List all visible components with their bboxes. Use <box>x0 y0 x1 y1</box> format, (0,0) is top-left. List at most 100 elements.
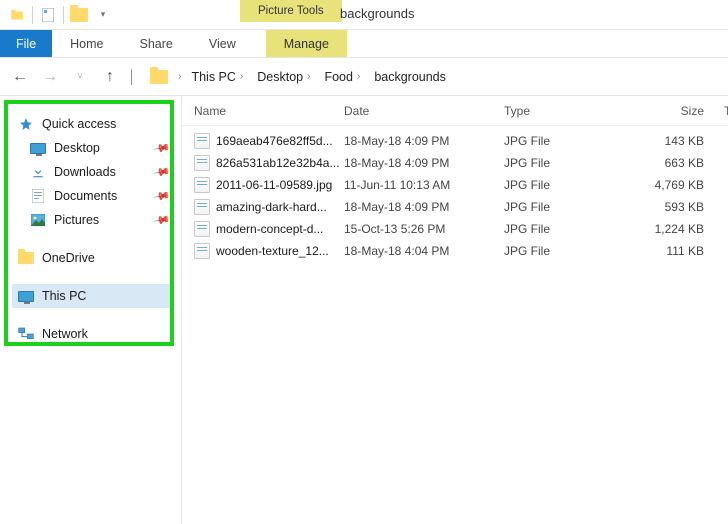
qat-dropdown-icon[interactable]: ▾ <box>92 4 114 26</box>
ribbon-tabs: File Home Share View Manage <box>0 30 728 58</box>
file-size: 663 KB <box>634 156 724 170</box>
new-folder-icon[interactable] <box>68 4 90 26</box>
properties-icon[interactable] <box>37 4 59 26</box>
file-name: 2011-06-11-09589.jpg <box>216 178 332 192</box>
file-size: 4,769 KB <box>634 178 724 192</box>
file-name: amazing-dark-hard... <box>216 200 327 214</box>
picture-icon <box>30 212 46 228</box>
pin-icon: 📌 <box>153 211 172 230</box>
sidebar-item-quick-access[interactable]: Quick access <box>12 112 173 136</box>
file-row[interactable]: modern-concept-d... 15-Oct-13 5:26 PMJPG … <box>182 218 728 240</box>
file-type: JPG File <box>504 222 634 236</box>
chevron-right-icon[interactable]: › <box>240 71 243 82</box>
monitor-icon <box>18 288 34 304</box>
file-name: 826a531ab12e32b4a... <box>216 156 339 170</box>
column-type[interactable]: Type <box>504 104 634 118</box>
file-date: 18-May-18 4:09 PM <box>344 134 504 148</box>
tab-share[interactable]: Share <box>122 30 191 57</box>
tab-home[interactable]: Home <box>52 30 121 57</box>
column-name[interactable]: Name <box>194 104 344 118</box>
file-name: 169aeab476e82ff5d... <box>216 134 333 148</box>
sidebar-item-label: Network <box>42 327 88 341</box>
file-date: 15-Oct-13 5:26 PM <box>344 222 504 236</box>
sidebar-item-downloads[interactable]: Downloads 📌 <box>12 160 173 184</box>
breadcrumb-food[interactable]: Food › <box>320 68 364 86</box>
tab-file[interactable]: File <box>0 30 52 57</box>
forward-button[interactable]: → <box>38 65 62 89</box>
address-bar-divider: │ <box>128 69 136 84</box>
sidebar-item-label: OneDrive <box>42 251 95 265</box>
file-date: 18-May-18 4:04 PM <box>344 244 504 258</box>
sidebar-item-desktop[interactable]: Desktop 📌 <box>12 136 173 160</box>
file-row[interactable]: 2011-06-11-09589.jpg11-Jun-11 10:13 AMJP… <box>182 174 728 196</box>
tab-view[interactable]: View <box>191 30 254 57</box>
sidebar-item-documents[interactable]: Documents 📌 <box>12 184 173 208</box>
navigation-tree: Quick access Desktop 📌 Downloads 📌 <box>0 96 182 524</box>
breadcrumb-this-pc[interactable]: This PC › <box>187 68 247 86</box>
file-date: 18-May-18 4:09 PM <box>344 200 504 214</box>
file-row[interactable]: 826a531ab12e32b4a... 18-May-18 4:09 PMJPG… <box>182 152 728 174</box>
file-name: wooden-texture_12... <box>216 244 329 258</box>
sidebar-item-label: Desktop <box>54 141 100 155</box>
jpg-file-icon <box>194 177 210 193</box>
pin-icon: 📌 <box>153 163 172 182</box>
file-date: 11-Jun-11 10:13 AM <box>344 178 504 192</box>
file-list: Name Date Type Size T 169aeab476e82ff5d.… <box>182 96 728 524</box>
file-size: 143 KB <box>634 134 724 148</box>
file-type: JPG File <box>504 134 634 148</box>
pin-icon: 📌 <box>153 139 172 158</box>
file-row[interactable]: wooden-texture_12...18-May-18 4:04 PMJPG… <box>182 240 728 262</box>
chevron-right-icon[interactable]: › <box>307 71 310 82</box>
folder-icon <box>18 250 34 266</box>
jpg-file-icon <box>194 155 210 171</box>
up-button[interactable]: ↑ <box>98 65 122 89</box>
sidebar-item-label: Documents <box>54 189 117 203</box>
sidebar-item-this-pc[interactable]: This PC <box>12 284 173 308</box>
column-headers: Name Date Type Size T <box>182 96 728 126</box>
breadcrumb-label: Desktop <box>257 70 303 84</box>
file-size: 111 KB <box>634 244 724 258</box>
file-size: 593 KB <box>634 200 724 214</box>
contextual-tab-picture-tools[interactable]: Picture Tools <box>240 0 342 22</box>
recent-dropdown[interactable]: ˅ <box>68 65 92 89</box>
sidebar-item-network[interactable]: Network <box>12 322 173 346</box>
titlebar: ▾ Picture Tools backgrounds <box>0 0 728 30</box>
jpg-file-icon <box>194 133 210 149</box>
network-icon <box>18 326 34 342</box>
breadcrumb-backgrounds[interactable]: backgrounds <box>370 68 450 86</box>
monitor-icon <box>30 140 46 156</box>
app-icon <box>6 4 28 26</box>
pin-icon: 📌 <box>153 187 172 206</box>
folder-icon <box>150 70 168 84</box>
file-date: 18-May-18 4:09 PM <box>344 156 504 170</box>
tab-manage[interactable]: Manage <box>266 30 347 57</box>
jpg-file-icon <box>194 199 210 215</box>
file-row[interactable]: 169aeab476e82ff5d... 18-May-18 4:09 PMJPG… <box>182 130 728 152</box>
column-size[interactable]: Size <box>634 104 724 118</box>
window-title: backgrounds <box>340 6 414 21</box>
sidebar-item-onedrive[interactable]: OneDrive <box>12 246 173 270</box>
file-type: JPG File <box>504 156 634 170</box>
column-extra[interactable]: T <box>724 104 728 118</box>
sidebar-item-pictures[interactable]: Pictures 📌 <box>12 208 173 232</box>
file-name: modern-concept-d... <box>216 222 323 236</box>
divider <box>63 6 64 24</box>
column-date[interactable]: Date <box>344 104 504 118</box>
sidebar-item-label: This PC <box>42 289 86 303</box>
sidebar-item-label: Quick access <box>42 117 116 131</box>
main-pane: Quick access Desktop 📌 Downloads 📌 <box>0 96 728 524</box>
breadcrumb-label: This PC <box>191 70 235 84</box>
jpg-file-icon <box>194 221 210 237</box>
back-button[interactable]: ← <box>8 65 32 89</box>
file-row[interactable]: amazing-dark-hard... 18-May-18 4:09 PMJPG… <box>182 196 728 218</box>
breadcrumb-desktop[interactable]: Desktop › <box>253 68 314 86</box>
divider <box>32 6 33 24</box>
navigation-bar: ← → ˅ ↑ │ › This PC › Desktop › Food › b… <box>0 58 728 96</box>
star-icon <box>18 116 34 132</box>
breadcrumb-label: backgrounds <box>374 70 446 84</box>
file-type: JPG File <box>504 200 634 214</box>
chevron-right-icon[interactable]: › <box>178 71 181 82</box>
chevron-right-icon[interactable]: › <box>357 71 360 82</box>
file-rows: 169aeab476e82ff5d...18-May-18 4:09 PMJPG… <box>182 126 728 262</box>
breadcrumb-label: Food <box>324 70 353 84</box>
